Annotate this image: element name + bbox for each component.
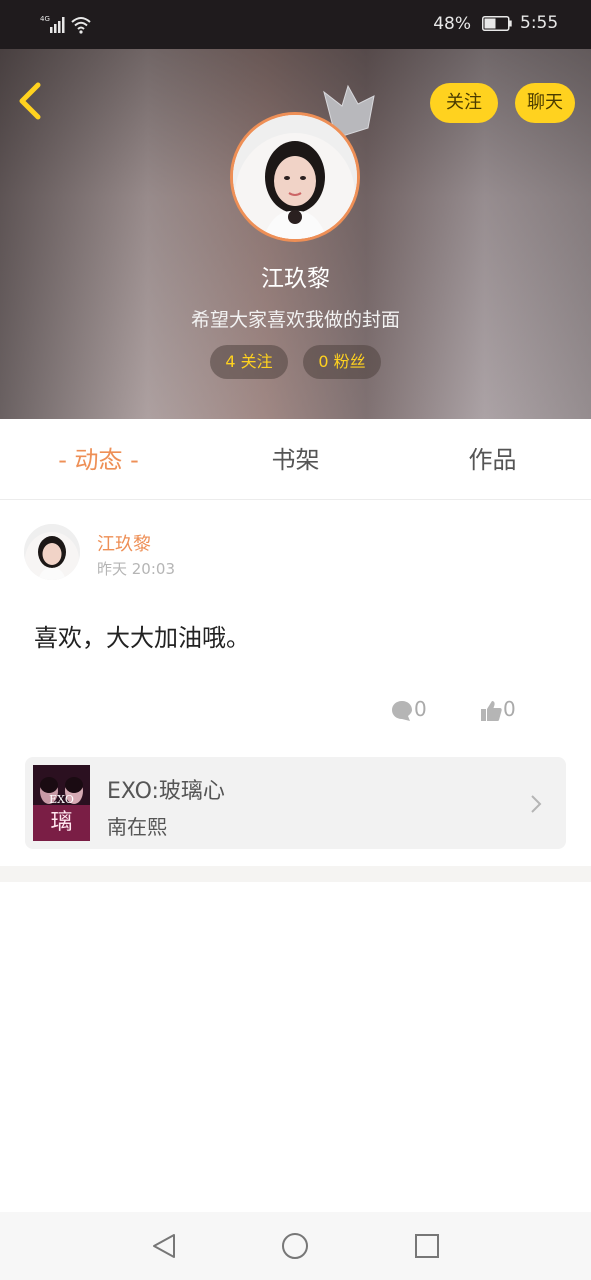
book-cover-art: EXO 璃 — [33, 765, 90, 841]
post-timestamp: 昨天 20:03 — [97, 560, 175, 578]
battery-icon — [482, 16, 512, 31]
like-button[interactable]: 0 — [479, 696, 516, 722]
post-author-name[interactable]: 江玖黎 — [97, 530, 151, 556]
comment-icon — [392, 700, 412, 721]
svg-text:璃: 璃 — [50, 810, 72, 835]
nav-home-icon[interactable] — [281, 1232, 309, 1260]
nav-back-icon[interactable] — [150, 1232, 178, 1260]
profile-avatar[interactable] — [230, 112, 360, 242]
signal-wifi-icon: 4G — [40, 15, 91, 34]
svg-text:EXO: EXO — [49, 793, 74, 806]
book-title: EXO:玻璃心 — [107, 779, 225, 804]
linked-book-card[interactable]: EXO 璃 EXO:玻璃心 南在熙 — [25, 757, 566, 849]
book-cover: EXO 璃 — [33, 765, 90, 841]
thumbs-up-icon — [481, 700, 502, 721]
tab-activity[interactable]: - 动态 - — [0, 419, 197, 499]
post-text: 喜欢，大大加油哦。 — [34, 624, 250, 652]
chat-button[interactable]: 聊天 — [515, 83, 575, 123]
follow-button[interactable]: 关注 — [430, 83, 498, 123]
like-count: 0 — [503, 697, 516, 721]
post-author-avatar[interactable] — [24, 524, 80, 580]
user-bio: 希望大家喜欢我做的封面 — [190, 309, 400, 331]
profile-tabs: - 动态 - 书架 作品 — [0, 419, 591, 500]
back-arrow-icon[interactable] — [14, 79, 48, 123]
svg-text:4G: 4G — [40, 15, 50, 23]
profile-header: 关注 聊天 江玖黎 希望大家喜欢我做的封面 4 关注 0 粉丝 — [0, 49, 591, 419]
battery-percent: 48% — [433, 14, 471, 34]
clock: 5:55 — [520, 13, 559, 33]
nav-recents-icon[interactable] — [413, 1232, 441, 1260]
chevron-right-icon — [531, 795, 542, 813]
tab-bookshelf[interactable]: 书架 — [197, 419, 394, 499]
book-author: 南在熙 — [107, 815, 167, 839]
status-bar: 4G 48% 5:55 — [0, 0, 591, 49]
system-navigation-bar — [0, 1212, 591, 1280]
comment-button[interactable]: 0 — [390, 696, 427, 722]
section-divider — [0, 866, 591, 882]
tab-works[interactable]: 作品 — [394, 419, 591, 499]
avatar-photo — [233, 115, 357, 239]
avatar-photo — [24, 524, 80, 580]
following-count[interactable]: 4 关注 — [210, 345, 288, 379]
fans-count[interactable]: 0 粉丝 — [303, 345, 381, 379]
comment-count: 0 — [414, 697, 427, 721]
user-name: 江玖黎 — [261, 266, 330, 292]
